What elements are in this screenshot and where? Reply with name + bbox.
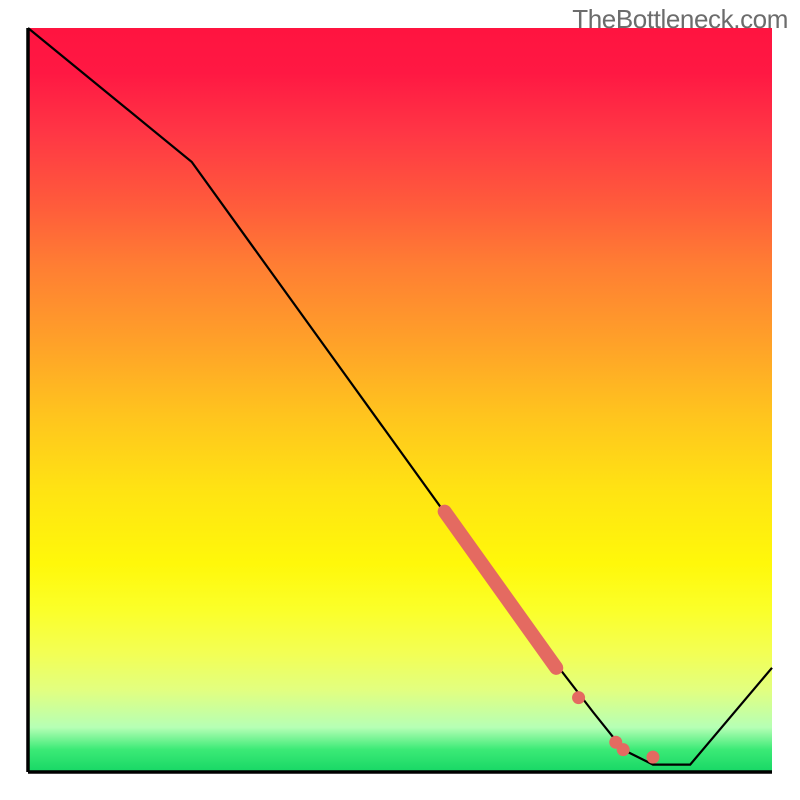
highlight-segment-group <box>445 512 557 668</box>
watermark-label: TheBottleneck.com <box>572 4 788 35</box>
highlight-dot <box>572 691 585 704</box>
chart-container: TheBottleneck.com <box>0 0 800 800</box>
bottleneck-curve <box>28 28 772 765</box>
highlight-dot <box>646 751 659 764</box>
highlight-dot <box>617 743 630 756</box>
highlight-segment <box>445 512 557 668</box>
plot-area <box>28 28 772 772</box>
chart-svg <box>28 28 772 772</box>
